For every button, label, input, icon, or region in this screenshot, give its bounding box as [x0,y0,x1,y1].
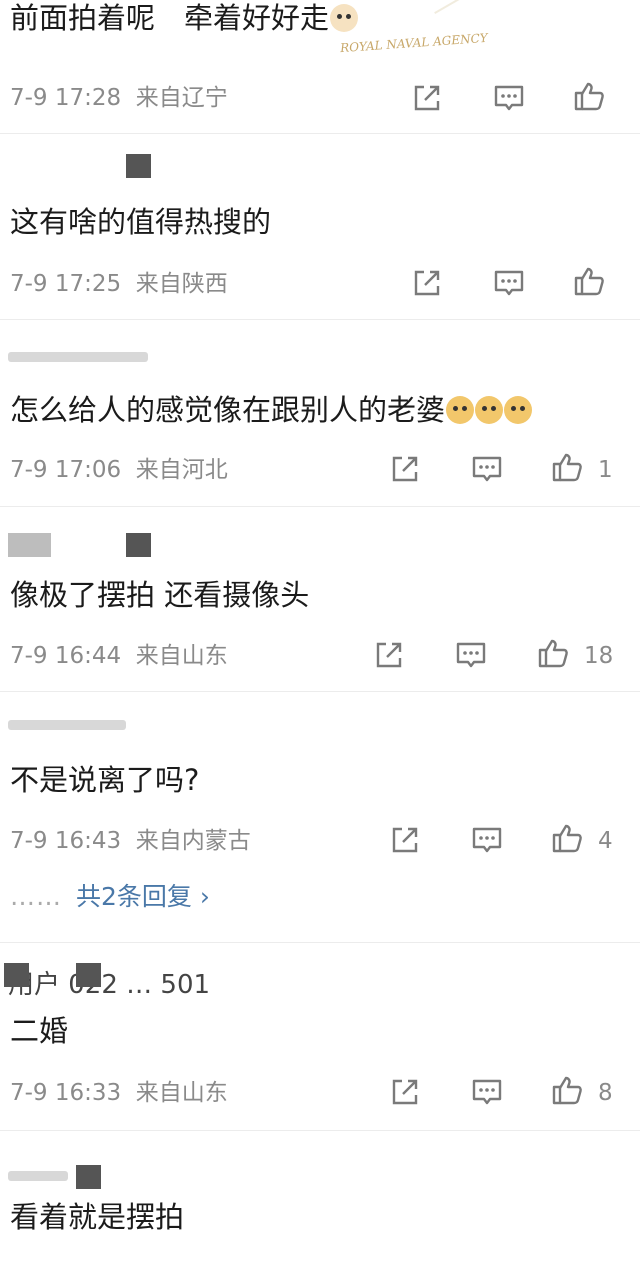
comment-text: 看着就是摆拍 [10,1200,185,1234]
comment-icon[interactable] [454,638,488,672]
comment-item: 这有啥的值得热搜的 7-9 17:25 来自陕西 [0,134,640,319]
blurred-username [8,352,148,362]
share-icon[interactable] [410,266,444,300]
doge-emoji-icon [504,396,533,424]
blurred-username [8,1171,68,1181]
redaction-block [76,963,101,987]
comment-meta: 7-9 17:25 来自陕西 [10,270,228,298]
doge-emoji-icon [446,396,475,424]
comment-icon[interactable] [470,823,504,857]
thumbs-up-icon[interactable] [572,264,606,298]
comment-text: 二婚 [10,1014,69,1048]
watermark-text: ROYAL NAVAL AGENCY [339,30,489,56]
comment-time: 7-9 17:28 [10,85,122,111]
comment-meta: 7-9 16:33 来自山东 [10,1079,228,1107]
share-icon[interactable] [372,638,406,672]
comment-item: 像极了摆拍 还看摄像头 7-9 16:44 来自山东 18 [0,507,640,691]
replies-dots: …… [10,882,62,911]
redaction-block [4,963,29,987]
redaction-block [126,533,151,557]
comment-meta: 7-9 16:44 来自山东 [10,642,228,670]
comment-location: 来自陕西 [135,271,228,297]
comment-icon[interactable] [470,452,504,486]
like-count: 1 [598,457,613,483]
share-icon[interactable] [388,452,422,486]
thumbs-up-icon[interactable] [550,821,584,855]
comment-text: 像极了摆拍 还看摄像头 [10,578,310,612]
thumbs-up-icon[interactable] [572,79,606,113]
redaction-block [76,1165,101,1189]
comment-icon[interactable] [492,266,526,300]
comment-location: 来自河北 [135,457,228,483]
thumbs-up-icon[interactable] [550,1073,584,1107]
comment-meta: 7-9 16:43 来自内蒙古 [10,827,251,855]
comment-time: 7-9 16:44 [10,643,122,669]
share-icon[interactable] [388,823,422,857]
blurred-username [8,720,126,730]
share-icon[interactable] [410,81,444,115]
thumbs-up-icon[interactable] [536,636,570,670]
comment-location: 来自辽宁 [135,85,228,111]
comment-meta: 7-9 17:28 来自辽宁 [10,84,228,112]
comment-text: 不是说离了吗? [10,763,200,797]
comment-location: 来自内蒙古 [135,828,251,854]
comment-username[interactable]: 用户 022 … 501 [8,971,210,999]
like-count: 18 [584,643,614,669]
replies-label: 共2条回复 › [76,882,210,911]
comment-location: 来自山东 [135,643,228,669]
comment-text: 怎么给人的感觉像在跟别人的老婆 [10,392,533,428]
comment-text: 前面拍着呢 牵着好好走 [10,0,359,36]
comment-icon[interactable] [470,1075,504,1109]
doge-emoji-icon [475,396,504,424]
cat-emoji-icon [330,4,359,32]
comment-time: 7-9 17:06 [10,457,122,483]
view-replies-link[interactable]: …… 共2条回复 › [10,882,210,912]
thumbs-up-icon[interactable] [550,450,584,484]
comment-time: 7-9 16:43 [10,828,122,854]
comment-item: 看着就是摆拍 [0,1131,640,1263]
like-count: 4 [598,828,613,854]
redaction-block [126,154,151,178]
comment-item: 前面拍着呢 牵着好好走 ROYAL NAVAL AGENCY 7-9 17:28… [0,0,640,133]
comment-icon[interactable] [492,81,526,115]
comment-location: 来自山东 [135,1080,228,1106]
comment-time: 7-9 16:33 [10,1080,122,1106]
comment-text: 这有啥的值得热搜的 [10,205,272,239]
comment-meta: 7-9 17:06 来自河北 [10,456,228,484]
redaction-block [26,533,51,557]
like-count: 8 [598,1080,613,1106]
comment-time: 7-9 17:25 [10,271,122,297]
comment-item: 用户 022 … 501 二婚 7-9 16:33 来自山东 8 [0,943,640,1130]
share-icon[interactable] [388,1075,422,1109]
comment-item: 怎么给人的感觉像在跟别人的老婆 7-9 17:06 来自河北 1 [0,320,640,506]
comment-item: 不是说离了吗? 7-9 16:43 来自内蒙古 4 …… 共2条回复 › [0,692,640,942]
